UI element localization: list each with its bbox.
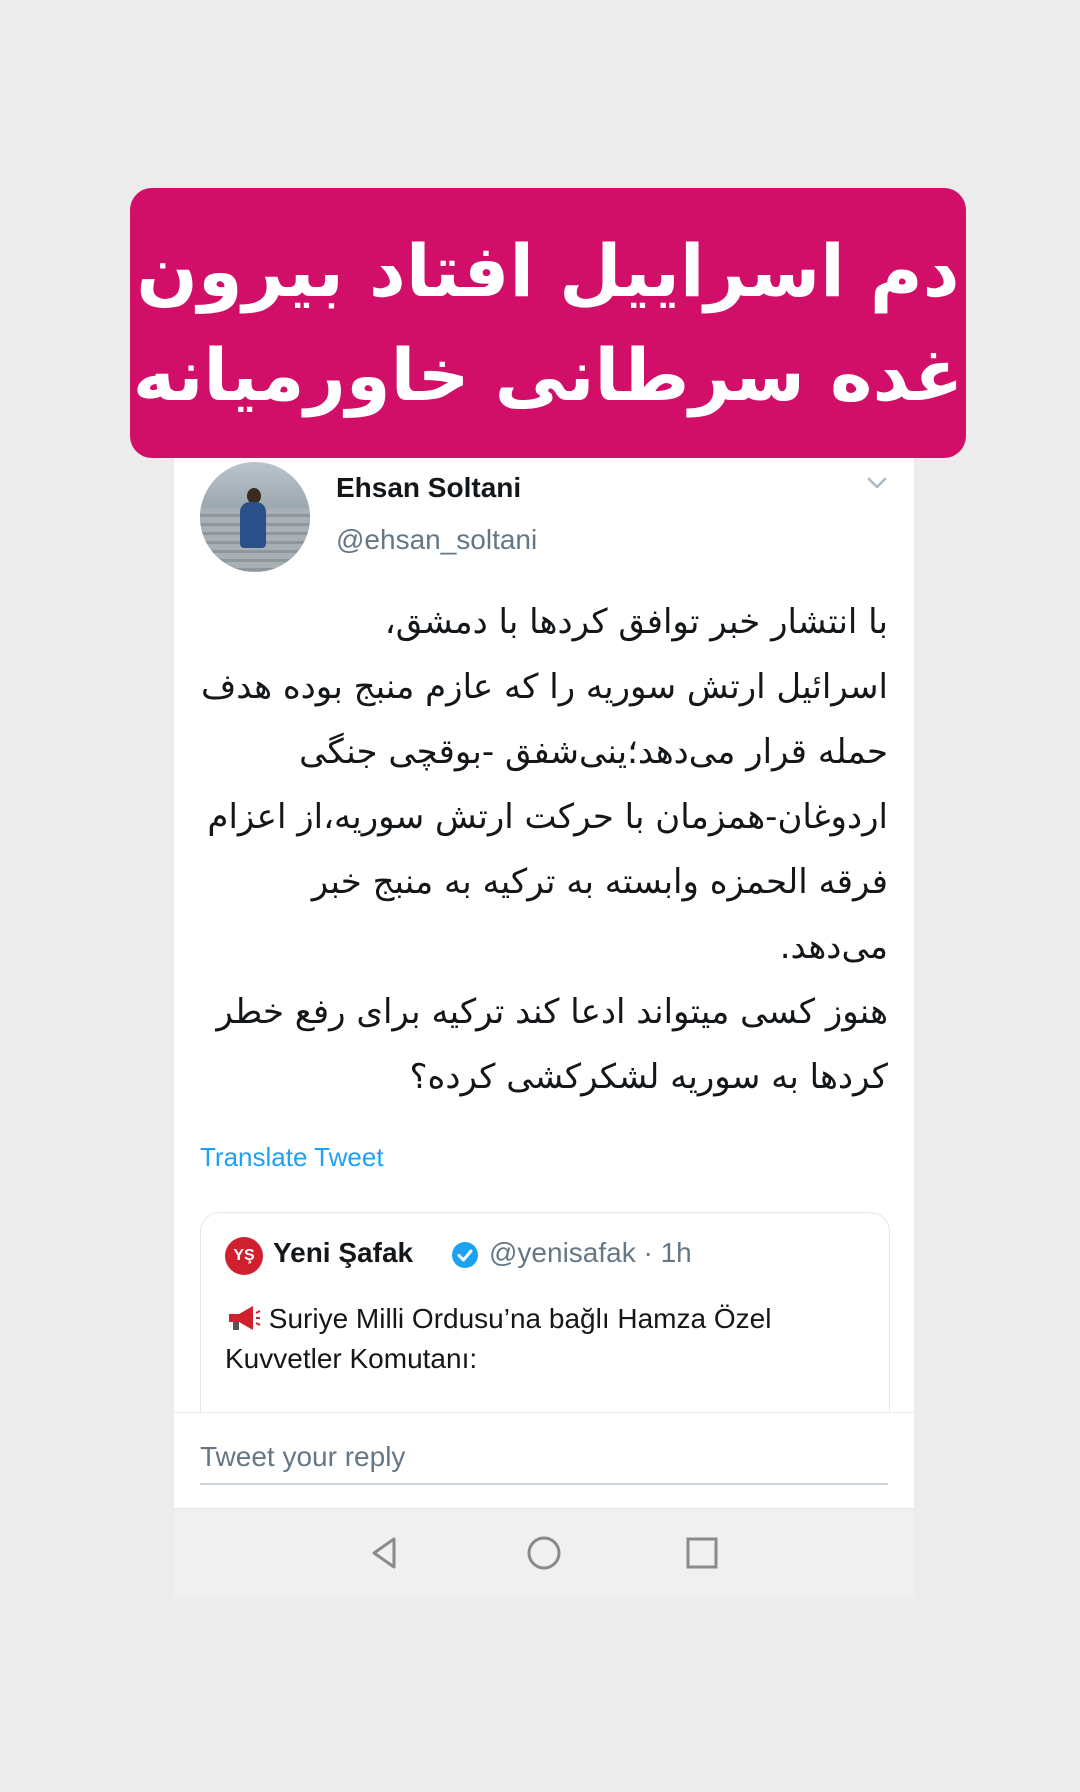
headline-line-1: دم اسراییل افتاد بیرون (136, 229, 960, 313)
tweet-text: با انتشار خبر توافق کردها با دمشق، اسرائ… (201, 602, 888, 1097)
author-handle[interactable]: @ehsan_soltani (336, 524, 537, 556)
quoted-text: Suriye Milli Ordusu’na bağlı Hamza Özel … (225, 1303, 772, 1374)
home-circle-icon[interactable] (522, 1531, 566, 1575)
author-avatar[interactable] (200, 462, 310, 572)
headline-banner: دم اسراییل افتاد بیرون غده سرطانی خاورمی… (130, 188, 966, 458)
yeni-safak-logo: YŞ (225, 1237, 263, 1275)
translate-tweet-link[interactable]: Translate Tweet (200, 1142, 384, 1173)
author-name[interactable]: Ehsan Soltani (336, 472, 521, 504)
reply-bar: Tweet your reply (174, 1412, 914, 1508)
quoted-handle-time: @yenisafak · 1h (489, 1237, 692, 1268)
headline-line-2: غده سرطانی خاورمیانه (132, 333, 964, 417)
tweet-card: Ehsan Soltani @ehsan_soltani با انتشار خ… (174, 440, 914, 1508)
android-navigation-bar (174, 1508, 914, 1597)
recents-square-icon[interactable] (680, 1531, 724, 1575)
back-triangle-icon[interactable] (364, 1531, 408, 1575)
verified-badge-icon (452, 1242, 478, 1268)
quoted-author-name: Yeni Şafak (273, 1237, 414, 1268)
quoted-text-block: Suriye Milli Ordusu’na bağlı Hamza Özel … (225, 1299, 865, 1379)
reply-input[interactable]: Tweet your reply (200, 1431, 888, 1485)
megaphone-icon (229, 1306, 261, 1330)
chevron-down-icon[interactable] (864, 470, 890, 496)
avatar-person-body (240, 502, 266, 548)
